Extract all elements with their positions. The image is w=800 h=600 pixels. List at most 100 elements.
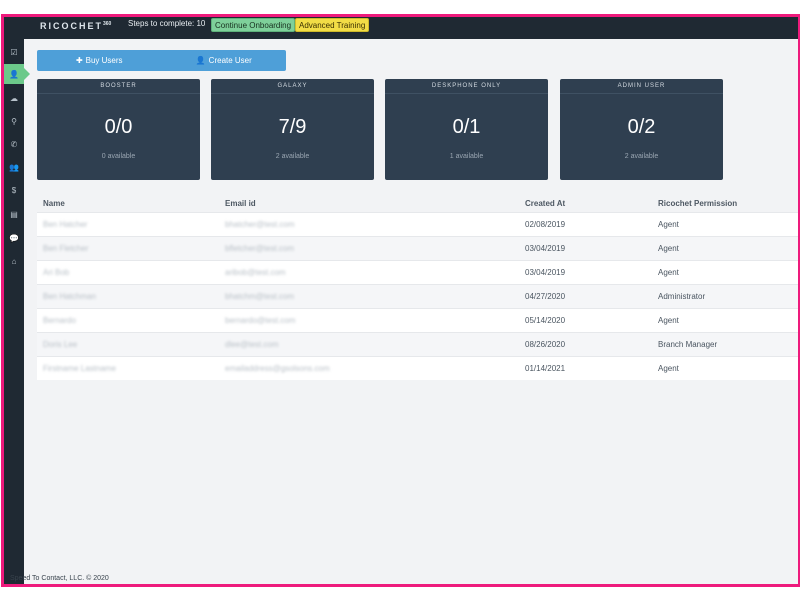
table-row[interactable]: Ben Fletcher bfletcher@test.com 03/04/2019… (37, 236, 798, 260)
cell-created-at: 05/14/2020 (519, 316, 652, 325)
cell-name: Ben Fletcher (37, 244, 219, 253)
sidebar-item-checkbox[interactable]: ☑ (4, 42, 24, 62)
cell-permission: Administrator (652, 292, 798, 301)
buy-users-button[interactable]: ✚ Buy Users (37, 50, 162, 71)
cell-created-at-text: 04/27/2020 (525, 292, 566, 301)
steps-to-complete: Steps to complete: 10 (128, 19, 206, 28)
cell-email-text: bernardo@test.com (225, 316, 296, 325)
file-icon: ▤ (10, 209, 18, 219)
table-row[interactable]: Bernardo bernardo@test.com 05/14/2020 Agent (37, 308, 798, 332)
card-available: 2 available (624, 153, 659, 160)
cell-permission: Agent (652, 244, 798, 253)
cell-permission-text: Administrator (658, 292, 706, 301)
sidebar-item-users[interactable]: 👥 (4, 157, 24, 177)
cell-email: dlee@test.com (219, 340, 519, 349)
sitemap-icon: ⚲ (11, 116, 17, 126)
sidebar-item-dollar[interactable]: $ (4, 180, 24, 200)
logo: RICOCHET360 (40, 21, 111, 31)
card-available: 0 available (101, 153, 136, 160)
cell-permission: Agent (652, 316, 798, 325)
license-card-galaxy: GALAXY 7/9 2 available (211, 79, 374, 180)
table-row[interactable]: Ben Hatchman bhatchm@test.com 04/27/2020 Ad… (37, 284, 798, 308)
cell-permission-text: Agent (658, 316, 679, 325)
cell-name-text: Ben Hatchman (43, 292, 96, 301)
cell-permission: Agent (652, 220, 798, 229)
buy-users-label: Buy Users (85, 56, 123, 65)
card-available: 2 available (275, 153, 310, 160)
table-body: Ben Hatcher bhatcher@test.com 02/08/2019 Ag… (37, 212, 798, 380)
top-bar: RICOCHET360 Steps to complete: 10 Contin… (4, 17, 798, 39)
card-available: 1 available (449, 153, 484, 160)
card-value: 0/1 (452, 116, 481, 138)
cell-name: Ben Hatchman (37, 292, 219, 301)
logo-text: RICOCHET (40, 21, 103, 31)
cell-name-text: Ben Hatcher (43, 220, 88, 229)
cell-created-at-text: 03/04/2019 (525, 268, 566, 277)
logo-mark: 360 (103, 21, 112, 27)
sidebar-item-cloud[interactable]: ☁ (4, 88, 24, 108)
cell-created-at-text: 08/26/2020 (525, 340, 566, 349)
cell-name: Ari Bob (37, 268, 219, 277)
chat-icon: 💬 (9, 233, 19, 243)
cell-created-at-text: 02/08/2019 (525, 220, 566, 229)
cell-permission-text: Branch Manager (658, 340, 718, 349)
cell-created-at: 03/04/2019 (519, 268, 652, 277)
cell-email-text: bhatcher@test.com (225, 220, 295, 229)
cell-created-at: 01/14/2021 (519, 364, 652, 373)
table-header: Name Email id Created At Ricochet Permis… (37, 194, 798, 212)
plus-icon: ✚ (75, 56, 83, 65)
cell-permission: Agent (652, 268, 798, 277)
card-value: 0/2 (627, 116, 656, 138)
sidebar: ☑ 👤 ☁ ⚲ ✆ 👥 $ ▤ 💬 ⌂ (4, 39, 30, 584)
cell-name-text: Bernardo (43, 316, 76, 325)
cell-email: bernardo@test.com (219, 316, 519, 325)
cell-name: Doris Lee (37, 340, 219, 349)
sidebar-item-file[interactable]: ▤ (4, 204, 24, 224)
dollar-icon: $ (11, 185, 17, 195)
license-card-admin-user: ADMIN USER 0/2 2 available (560, 79, 723, 180)
column-header-email[interactable]: Email id (219, 199, 519, 208)
table-row[interactable]: Firstname Lastname emailaddress@gsolsons.… (37, 356, 798, 380)
sidebar-item-phone[interactable]: ✆ (4, 134, 24, 154)
cell-email: bfletcher@test.com (219, 244, 519, 253)
cell-email: bhatchm@test.com (219, 292, 519, 301)
card-title: BOOSTER (37, 79, 200, 94)
sidebar-item-tag[interactable]: ⌂ (4, 251, 24, 271)
column-header-permission[interactable]: Ricochet Permission (652, 199, 798, 208)
user-icon: 👤 (195, 56, 206, 65)
card-title: GALAXY (211, 79, 374, 94)
sidebar-item-chat[interactable]: 💬 (4, 228, 24, 248)
users-icon: 👥 (9, 162, 19, 172)
table-row[interactable]: Doris Lee dlee@test.com 08/26/2020 Branch M… (37, 332, 798, 356)
cell-email-text: emailaddress@gsolsons.com (225, 364, 330, 373)
phone-icon: ✆ (10, 139, 18, 149)
card-value: 0/0 (104, 116, 133, 138)
cell-created-at-text: 03/04/2019 (525, 244, 566, 253)
cell-email: bhatcher@test.com (219, 220, 519, 229)
cell-permission-text: Agent (658, 220, 679, 229)
cell-email-text: aribob@test.com (225, 268, 286, 277)
cell-name-text: Firstname Lastname (43, 364, 116, 373)
cell-permission: Branch Manager (652, 340, 798, 349)
cell-permission: Agent (652, 364, 798, 373)
cell-created-at-text: 05/14/2020 (525, 316, 566, 325)
column-header-name[interactable]: Name (37, 199, 219, 208)
user-icon: 👤 (9, 69, 19, 79)
license-card-booster: BOOSTER 0/0 0 available (37, 79, 200, 180)
table-row[interactable]: Ari Bob aribob@test.com 03/04/2019 Agent (37, 260, 798, 284)
advanced-training-button[interactable]: Advanced Training (295, 18, 370, 32)
sidebar-item-sitemap[interactable]: ⚲ (4, 111, 24, 131)
continue-onboarding-button[interactable]: Continue Onboarding (211, 18, 296, 32)
table-row[interactable]: Ben Hatcher bhatcher@test.com 02/08/2019 Ag… (37, 212, 798, 236)
footer-copyright: Speed To Contact, LLC. © 2020 (10, 575, 109, 582)
cell-created-at: 02/08/2019 (519, 220, 652, 229)
cell-permission-text: Agent (658, 244, 679, 253)
cell-email: emailaddress@gsolsons.com (219, 364, 519, 373)
card-title: ADMIN USER (560, 79, 723, 94)
cell-name: Ben Hatcher (37, 220, 219, 229)
cell-created-at: 04/27/2020 (519, 292, 652, 301)
column-header-created-at[interactable]: Created At (519, 199, 652, 208)
cell-created-at: 08/26/2020 (519, 340, 652, 349)
sidebar-item-user[interactable]: 👤 (4, 64, 30, 84)
create-user-button[interactable]: 👤 Create User (162, 50, 287, 71)
